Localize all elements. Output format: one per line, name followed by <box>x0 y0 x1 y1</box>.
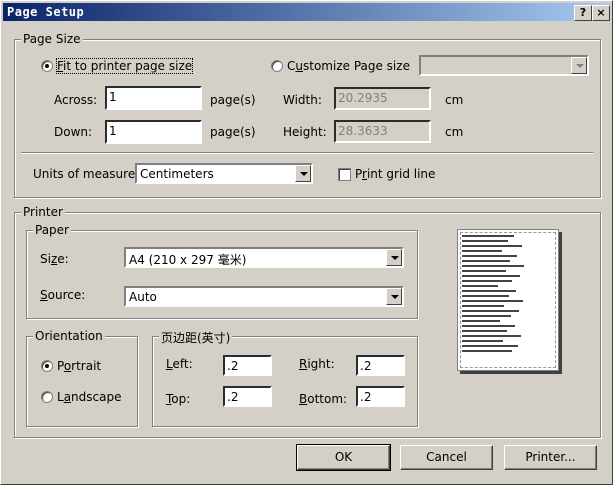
preview-text-line <box>462 265 524 267</box>
fit-to-page-label[interactable]: Fit to printer page size <box>55 58 194 74</box>
right-margin-input[interactable]: .2 <box>356 355 405 376</box>
page-size-legend: Page Size <box>21 32 83 46</box>
preview-text-line <box>462 250 502 252</box>
left-margin-input[interactable]: .2 <box>223 355 272 376</box>
across-unit: page(s) <box>210 93 256 107</box>
chevron-down-icon[interactable] <box>386 288 402 305</box>
customize-page-size-radio[interactable] <box>271 60 283 72</box>
fit-to-page-radio[interactable] <box>41 60 53 72</box>
preview-text-line <box>462 235 514 237</box>
across-label: Across: <box>54 93 98 107</box>
window-title: Page Setup <box>7 5 85 19</box>
preview-text-line <box>462 350 512 352</box>
print-grid-label[interactable]: Print grid line <box>355 167 435 181</box>
orientation-legend: Orientation <box>33 329 105 343</box>
preview-text-line <box>462 285 498 287</box>
landscape-radio[interactable] <box>41 391 53 403</box>
chevron-down-icon[interactable] <box>295 165 311 182</box>
paper-legend: Paper <box>33 223 71 237</box>
preview-text-line <box>462 295 509 297</box>
margins-legend: 页边距(英寸) <box>159 329 233 346</box>
height-label: Height: <box>283 125 327 139</box>
top-margin-label: Top: <box>166 392 191 406</box>
orientation-group <box>26 336 138 427</box>
divider <box>21 152 593 154</box>
printer-legend: Printer <box>21 205 65 219</box>
help-button[interactable]: ? <box>574 5 592 21</box>
customize-page-size-label[interactable]: Customize Page size <box>287 59 410 73</box>
paper-source-label: Source: <box>40 288 86 302</box>
preview-text-line <box>462 260 510 262</box>
preview-text-line <box>462 315 511 317</box>
paper-source-select[interactable]: Auto <box>124 286 404 307</box>
preview-text-line <box>462 245 522 247</box>
page-preview <box>457 229 559 371</box>
preview-text-line <box>462 275 520 277</box>
preview-text-line <box>462 320 500 322</box>
top-margin-input[interactable]: .2 <box>223 386 272 407</box>
portrait-label[interactable]: Portrait <box>57 359 101 373</box>
preview-text-line <box>462 255 517 257</box>
ok-button[interactable]: OK <box>296 444 391 471</box>
preview-text-line <box>462 325 515 327</box>
preview-text-line <box>462 290 516 292</box>
preview-text-line <box>462 335 521 337</box>
units-select[interactable]: Centimeters <box>135 163 313 184</box>
height-unit: cm <box>445 125 464 139</box>
preview-text-line <box>462 305 504 307</box>
chevron-down-icon[interactable] <box>386 249 402 266</box>
width-label: Width: <box>283 93 322 107</box>
print-grid-checkbox[interactable] <box>338 168 351 181</box>
preview-text-line <box>462 270 506 272</box>
custom-page-size-select[interactable] <box>419 55 589 76</box>
paper-size-select[interactable]: A4 (210 x 297 毫米) <box>124 247 404 268</box>
margins-group <box>152 336 418 427</box>
width-input[interactable]: 20.2935 <box>334 87 431 110</box>
preview-text-line <box>462 340 503 342</box>
preview-text-line <box>462 345 518 347</box>
landscape-label[interactable]: Landscape <box>57 390 121 404</box>
printer-button[interactable]: Printer... <box>504 445 597 470</box>
cancel-button[interactable]: Cancel <box>400 445 493 470</box>
bottom-margin-input[interactable]: .2 <box>356 386 405 407</box>
left-margin-label: Left: <box>166 357 193 371</box>
preview-text-line <box>462 330 507 332</box>
across-input[interactable]: 1 <box>105 86 202 110</box>
units-label: Units of measure: <box>33 167 140 181</box>
right-margin-label: Right: <box>299 357 335 371</box>
preview-text-line <box>462 280 512 282</box>
title-bar[interactable]: Page Setup ? × <box>3 3 610 21</box>
preview-text-line <box>462 300 523 302</box>
down-unit: page(s) <box>210 125 256 139</box>
preview-text-line <box>462 310 519 312</box>
page-setup-dialog: Page Setup ? × Page Size Fit to printer … <box>0 0 613 485</box>
paper-size-label: Size: <box>40 252 69 266</box>
down-label: Down: <box>54 125 93 139</box>
height-input[interactable]: 28.3633 <box>334 120 431 143</box>
portrait-radio[interactable] <box>41 360 53 372</box>
chevron-down-icon[interactable] <box>571 57 587 74</box>
close-icon[interactable]: × <box>592 5 610 21</box>
down-input[interactable]: 1 <box>105 120 202 144</box>
bottom-margin-label: Bottom: <box>299 392 348 406</box>
preview-text-line <box>462 240 508 242</box>
width-unit: cm <box>445 93 464 107</box>
